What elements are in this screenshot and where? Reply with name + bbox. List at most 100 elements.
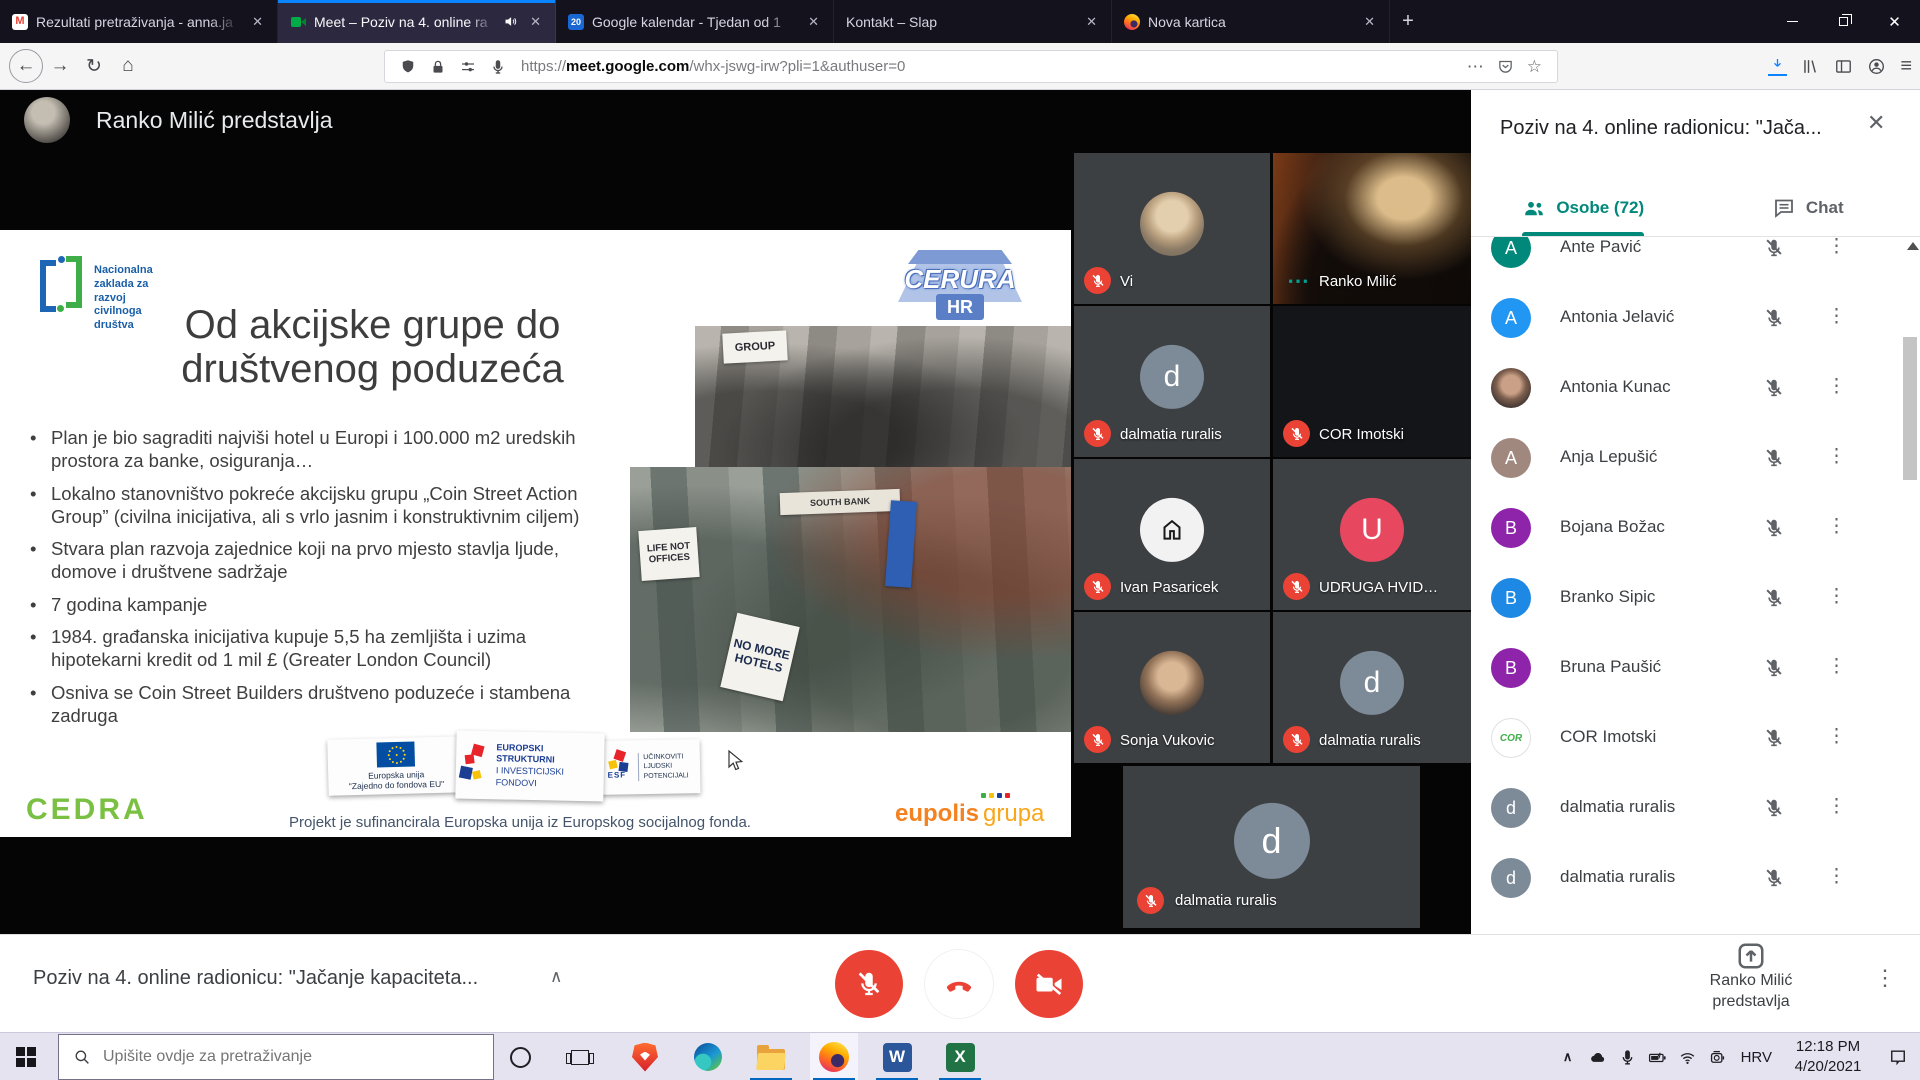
video-tile-cor[interactable]: COR Imotski — [1273, 306, 1471, 457]
participant-row[interactable]: B Bojana Božac ⋮ — [1471, 493, 1920, 563]
panel-close-icon[interactable]: ✕ — [1867, 110, 1885, 136]
participant-row[interactable]: A Antonia Jelavić ⋮ — [1471, 283, 1920, 353]
presenting-icon[interactable] — [1736, 941, 1766, 971]
home-button[interactable]: ⌂ — [111, 49, 145, 83]
mic-toggle-button[interactable] — [835, 950, 903, 1018]
clock[interactable]: 12:18 PM 4/20/2021 — [1780, 1037, 1876, 1077]
tab-new-page[interactable]: Nova kartica ✕ — [1112, 0, 1390, 43]
tab-meet[interactable]: Meet – Poziv na 4. online ra ✕ — [278, 0, 556, 43]
forward-button[interactable]: → — [43, 49, 77, 83]
participant-options-icon[interactable]: ⋮ — [1827, 305, 1847, 328]
edge-icon[interactable] — [684, 1033, 732, 1080]
participant-row[interactable]: d dalmatia ruralis ⋮ — [1471, 843, 1920, 913]
mic-permission-icon[interactable] — [489, 58, 507, 76]
participant-options-icon[interactable]: ⋮ — [1827, 237, 1847, 258]
tab-audio-icon[interactable] — [503, 14, 518, 29]
scrollbar-thumb[interactable] — [1903, 337, 1917, 480]
meeting-title: Poziv na 4. online radionicu: "Jača... — [1500, 117, 1866, 140]
network-icon[interactable] — [1673, 1048, 1703, 1067]
camera-toggle-button[interactable] — [1015, 950, 1083, 1018]
reload-button[interactable]: ↻ — [77, 49, 111, 83]
pocket-icon[interactable] — [1497, 58, 1514, 75]
tab-chat[interactable]: Chat — [1696, 180, 1920, 236]
action-center-icon[interactable] — [1876, 1047, 1920, 1067]
task-view-button[interactable] — [556, 1033, 604, 1080]
participant-row[interactable]: A Anja Lepušić ⋮ — [1471, 423, 1920, 493]
slide-bullet: Osniva se Coin Street Builders društveno… — [24, 681, 590, 728]
firefox-taskbar-icon[interactable] — [810, 1033, 858, 1080]
tray-mic-icon[interactable] — [1613, 1048, 1643, 1067]
more-options-icon[interactable]: ⋮ — [1874, 965, 1896, 991]
excel-icon[interactable]: X — [936, 1033, 984, 1080]
tab-close-icon[interactable]: ✕ — [804, 12, 823, 32]
hidden-icons-chevron[interactable]: ∧ — [1553, 1049, 1583, 1065]
participant-row[interactable]: B Bruna Paušić ⋮ — [1471, 633, 1920, 703]
video-tile-ranko[interactable]: ⋯ Ranko Milić — [1273, 153, 1471, 304]
search-input[interactable] — [103, 1048, 433, 1066]
word-icon[interactable]: W — [873, 1033, 921, 1080]
file-explorer-icon[interactable] — [747, 1033, 795, 1080]
window-restore-button[interactable] — [1818, 0, 1869, 43]
camera-device-icon[interactable] — [1703, 1048, 1733, 1067]
video-tile-dalmatia-1[interactable]: d dalmatia ruralis — [1074, 306, 1270, 457]
participant-options-icon[interactable]: ⋮ — [1827, 585, 1847, 608]
participant-options-icon[interactable]: ⋮ — [1827, 445, 1847, 468]
participant-options-icon[interactable]: ⋮ — [1827, 725, 1847, 748]
hang-up-button[interactable] — [925, 950, 993, 1018]
downloads-icon[interactable] — [1768, 57, 1787, 76]
participant-options-icon[interactable]: ⋮ — [1827, 655, 1847, 678]
onedrive-icon[interactable] — [1583, 1048, 1613, 1067]
back-button[interactable]: ← — [9, 49, 43, 83]
tab-people[interactable]: Osobe (72) — [1471, 180, 1696, 236]
sidebar-icon[interactable] — [1834, 57, 1853, 76]
participant-row[interactable]: COR COR Imotski ⋮ — [1471, 703, 1920, 773]
participant-options-icon[interactable]: ⋮ — [1827, 795, 1847, 818]
tab-calendar[interactable]: 20 Google kalendar - Tjedan od 1 ✕ — [556, 0, 834, 43]
permissions-icon[interactable] — [459, 58, 477, 76]
tracking-shield-icon[interactable] — [399, 58, 417, 76]
bookmark-star-icon[interactable]: ☆ — [1527, 57, 1542, 77]
page-actions-icon[interactable]: ⋯ — [1467, 57, 1484, 77]
menu-icon[interactable]: ≡ — [1900, 55, 1912, 78]
start-button[interactable] — [16, 1047, 36, 1067]
video-tile-dalmatia-large[interactable]: d dalmatia ruralis — [1123, 766, 1420, 928]
lock-icon[interactable] — [429, 58, 447, 76]
language-indicator[interactable]: HRV — [1741, 1049, 1772, 1066]
tab-close-icon[interactable]: ✕ — [248, 12, 267, 32]
participant-row[interactable]: B Branko Sipic ⋮ — [1471, 563, 1920, 633]
participants-panel: Poziv na 4. online radionicu: "Jača... ✕… — [1471, 90, 1920, 934]
tab-close-icon[interactable]: ✕ — [1082, 12, 1101, 32]
participant-row[interactable]: d dalmatia ruralis ⋮ — [1471, 773, 1920, 843]
participant-options-icon[interactable]: ⋮ — [1827, 865, 1847, 888]
library-icon[interactable] — [1801, 57, 1820, 76]
url-bar[interactable]: https://meet.google.com/whx-jswg-irw?pli… — [384, 50, 1558, 83]
meeting-title-bottom[interactable]: Poziv na 4. online radionicu: "Jačanje k… — [33, 967, 478, 990]
window-minimize-button[interactable] — [1767, 0, 1818, 43]
video-tile-udruga[interactable]: U UDRUGA HVID… — [1273, 459, 1471, 610]
battery-icon[interactable] — [1643, 1048, 1673, 1067]
taskbar-search[interactable] — [58, 1034, 494, 1080]
tab-kontakt[interactable]: Kontakt – Slap ✕ — [834, 0, 1112, 43]
video-tile-ivan[interactable]: Ivan Pasaricek — [1074, 459, 1270, 610]
chevron-up-icon[interactable]: ∧ — [550, 967, 562, 987]
tab-gmail[interactable]: M Rezultati pretraživanja - anna.ja ✕ — [0, 0, 278, 43]
url-text[interactable]: https://meet.google.com/whx-jswg-irw?pli… — [521, 58, 1460, 75]
new-tab-button[interactable]: + — [1390, 0, 1426, 43]
window-close-button[interactable]: ✕ — [1869, 0, 1920, 43]
video-tile-dalmatia-2[interactable]: d dalmatia ruralis — [1273, 612, 1471, 763]
tile-menu-icon[interactable]: ⋯ — [1287, 268, 1309, 294]
participant-options-icon[interactable]: ⋮ — [1827, 515, 1847, 538]
scrollbar-up-arrow[interactable] — [1907, 242, 1919, 250]
brave-icon[interactable] — [621, 1033, 669, 1080]
participant-row[interactable]: A Ante Pavić ⋮ — [1471, 237, 1920, 283]
video-tile-vi[interactable]: Vi — [1074, 153, 1270, 304]
cortana-button[interactable] — [496, 1033, 544, 1080]
participant-row[interactable]: Antonia Kunac ⋮ — [1471, 353, 1920, 423]
tab-close-icon[interactable]: ✕ — [526, 12, 545, 32]
presenter-avatar — [24, 97, 70, 143]
tile-name: dalmatia ruralis — [1175, 892, 1277, 909]
tab-close-icon[interactable]: ✕ — [1360, 12, 1379, 32]
video-tile-sonja[interactable]: Sonja Vukovic — [1074, 612, 1270, 763]
participant-options-icon[interactable]: ⋮ — [1827, 375, 1847, 398]
account-icon[interactable] — [1867, 57, 1886, 76]
